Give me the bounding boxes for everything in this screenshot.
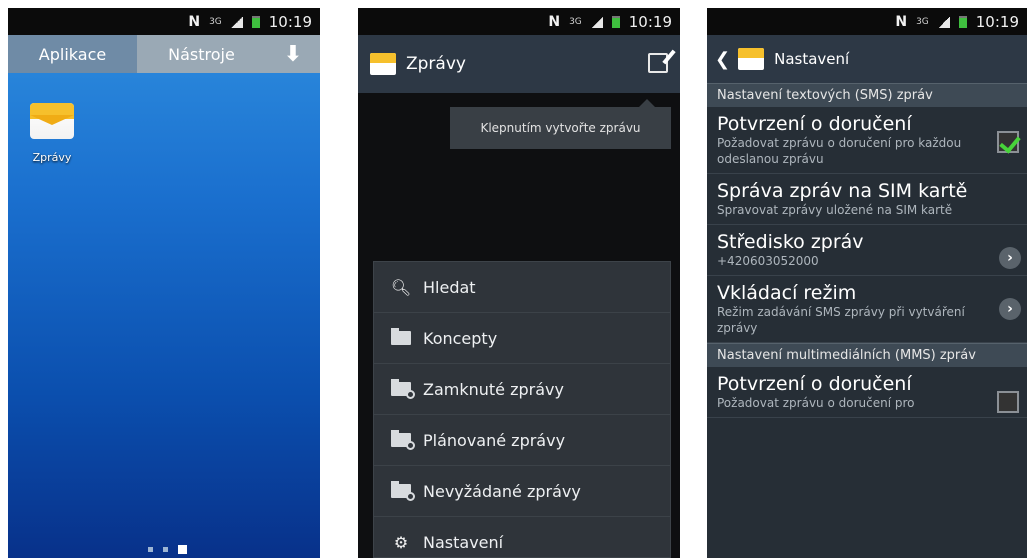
action-bar: Zprávy bbox=[358, 35, 680, 93]
menu-item-locked[interactable]: Zamknuté zprávy bbox=[374, 364, 670, 415]
options-menu: 🔍︎ Hledat Koncepty Zamknuté zprávy Pláno… bbox=[373, 261, 671, 558]
section-header-mms: Nastavení multimediálních (MMS) zpráv bbox=[707, 343, 1027, 367]
delivery-report-checkbox[interactable] bbox=[997, 131, 1019, 153]
signal-icon bbox=[230, 16, 243, 28]
menu-item-label: Hledat bbox=[423, 277, 476, 297]
page-dot[interactable] bbox=[163, 547, 168, 552]
search-icon: 🔍︎ bbox=[390, 277, 412, 297]
envelope-icon bbox=[370, 53, 396, 75]
signal-icon bbox=[937, 16, 950, 28]
nfc-icon: N bbox=[895, 14, 908, 30]
scheduled-folder-icon bbox=[391, 430, 415, 450]
spam-folder-icon bbox=[391, 481, 415, 501]
menu-item-label: Nastavení bbox=[423, 532, 504, 552]
setting-mms-delivery-report[interactable]: Potvrzení o doručení Požadovat zprávu o … bbox=[707, 367, 1027, 418]
setting-delivery-report[interactable]: Potvrzení o doručení Požadovat zprávu o … bbox=[707, 107, 1027, 174]
nfc-icon: N bbox=[188, 14, 201, 30]
drafts-icon bbox=[391, 328, 411, 347]
nfc-icon: N bbox=[548, 14, 561, 30]
menu-item-search[interactable]: 🔍︎ Hledat bbox=[374, 262, 670, 313]
network-type-icon: 3G bbox=[569, 17, 582, 27]
status-bar: N 3G 10:19 bbox=[8, 8, 320, 35]
menu-item-scheduled[interactable]: Plánované zprávy bbox=[374, 415, 670, 466]
status-bar: N 3G 10:19 bbox=[707, 8, 1027, 35]
menu-item-label: Zamknuté zprávy bbox=[423, 379, 564, 399]
tab-widgets[interactable]: Nástroje bbox=[137, 35, 266, 73]
action-bar: ❮ Nastavení bbox=[707, 35, 1027, 83]
page-indicator bbox=[148, 545, 187, 554]
menu-item-label: Plánované zprávy bbox=[423, 430, 566, 450]
battery-icon bbox=[958, 16, 967, 28]
page-title: Zprávy bbox=[406, 54, 466, 74]
setting-title: Středisko zpráv bbox=[717, 231, 864, 253]
battery-icon bbox=[251, 16, 260, 28]
chevron-right-icon[interactable]: › bbox=[999, 298, 1021, 320]
messages-app-icon[interactable] bbox=[30, 103, 74, 139]
settings-screen: N 3G 10:19 ❮ Nastavení Nastavení textový… bbox=[707, 8, 1027, 558]
clock: 10:19 bbox=[268, 13, 312, 31]
setting-message-center[interactable]: Středisko zpráv +420603052000 › bbox=[707, 225, 1027, 276]
setting-subtitle: Požadovat zprávu o doručení pro každou o… bbox=[717, 136, 962, 166]
drawer-tabs: Aplikace Nástroje ⬇ bbox=[8, 35, 320, 73]
messages-screen: N 3G 10:19 Zprávy Klepnutím vytvořte zpr… bbox=[358, 8, 680, 558]
page-dot-active[interactable] bbox=[178, 545, 187, 554]
setting-subtitle: Spravovat zprávy uložené na SIM kartě bbox=[717, 203, 953, 217]
menu-item-label: Koncepty bbox=[423, 328, 498, 348]
status-bar: N 3G 10:19 bbox=[358, 8, 680, 35]
network-type-icon: 3G bbox=[916, 17, 929, 27]
section-header-sms: Nastavení textových (SMS) zpráv bbox=[707, 83, 1027, 107]
setting-title: Vkládací režim bbox=[717, 282, 857, 304]
setting-subtitle: +420603052000 bbox=[717, 254, 819, 268]
messages-app-label[interactable]: Zprávy bbox=[22, 151, 82, 164]
menu-item-spam[interactable]: Nevyžádané zprávy bbox=[374, 466, 670, 517]
network-type-icon: 3G bbox=[209, 17, 222, 27]
mms-delivery-report-checkbox[interactable] bbox=[997, 391, 1019, 413]
setting-title: Potvrzení o doručení bbox=[717, 113, 912, 135]
page-title: Nastavení bbox=[774, 50, 850, 68]
gear-icon: ⚙ bbox=[393, 532, 409, 552]
setting-title: Potvrzení o doručení bbox=[717, 373, 912, 395]
chevron-right-icon[interactable]: › bbox=[999, 247, 1021, 269]
clock: 10:19 bbox=[975, 13, 1019, 31]
menu-item-settings[interactable]: ⚙ Nastavení bbox=[374, 517, 670, 558]
locked-folder-icon bbox=[391, 379, 415, 399]
compose-icon[interactable] bbox=[648, 53, 668, 73]
download-icon[interactable]: ⬇ bbox=[266, 35, 320, 73]
app-drawer-screen: N 3G 10:19 Aplikace Nástroje ⬇ Zprávy bbox=[8, 8, 320, 558]
menu-item-label: Nevyžádané zprávy bbox=[423, 481, 581, 501]
battery-icon bbox=[611, 16, 620, 28]
signal-icon bbox=[590, 16, 603, 28]
envelope-icon[interactable] bbox=[738, 48, 765, 70]
setting-input-mode[interactable]: Vkládací režim Režim zadávání SMS zprávy… bbox=[707, 276, 1027, 343]
setting-title: Správa zpráv na SIM kartě bbox=[717, 180, 968, 202]
setting-subtitle: Režim zadávání SMS zprávy při vytváření … bbox=[717, 305, 965, 335]
setting-subtitle: Požadovat zprávu o doručení pro bbox=[717, 396, 915, 410]
setting-sim-messages[interactable]: Správa zpráv na SIM kartě Spravovat zprá… bbox=[707, 174, 1027, 225]
page-dot[interactable] bbox=[148, 547, 153, 552]
menu-item-drafts[interactable]: Koncepty bbox=[374, 313, 670, 364]
compose-tooltip: Klepnutím vytvořte zprávu bbox=[450, 99, 671, 149]
tab-apps[interactable]: Aplikace bbox=[8, 35, 137, 73]
clock: 10:19 bbox=[628, 13, 672, 31]
back-arrow-icon[interactable]: ❮ bbox=[715, 49, 730, 70]
